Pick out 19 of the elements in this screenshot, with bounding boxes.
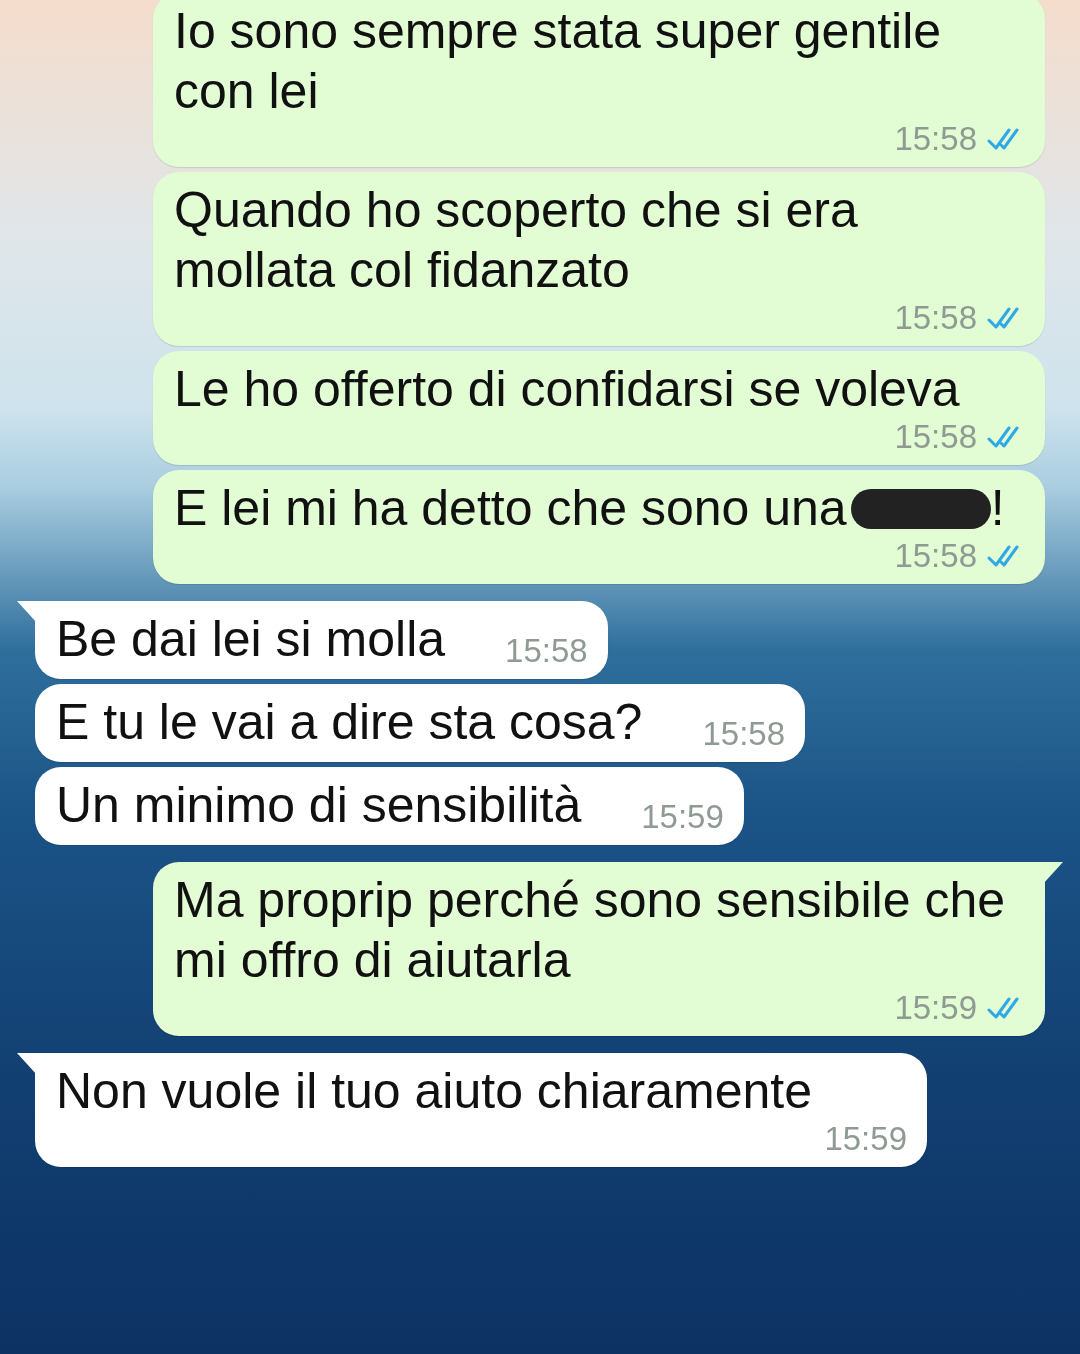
message-time: 15:58 <box>894 300 977 336</box>
message-text: Non vuole il tuo aiuto chiaramente <box>56 1063 812 1119</box>
message-text: Le ho offerto di confidarsi se voleva <box>174 361 960 417</box>
message-time: 15:58 <box>894 419 977 455</box>
message-time: 15:59 <box>641 799 724 835</box>
message-text: Be dai lei si molla <box>56 611 446 667</box>
message-text: Un minimo di sensibilità <box>56 777 582 833</box>
message-text: Ma proprip perché sono sensibile che mi offro di aiutarla <box>174 872 1006 988</box>
message-text: E lei mi ha detto che sono una <box>174 480 847 536</box>
message-text: Quando ho scoperto che si era mollata col fidanzato <box>174 182 858 298</box>
message-text: ! <box>990 480 1005 536</box>
message-time: 15:58 <box>702 716 786 752</box>
message-text: Io sono sempre stata super gentile con lei <box>174 3 942 119</box>
message-time: 15:59 <box>894 990 977 1026</box>
message-time: 15:58 <box>894 121 977 157</box>
message-time: 15:59 <box>824 1121 907 1157</box>
message-text: E tu le vai a dire sta cosa? <box>56 694 643 750</box>
message-time: 15:58 <box>894 538 977 574</box>
message-time: 15:58 <box>505 633 588 669</box>
